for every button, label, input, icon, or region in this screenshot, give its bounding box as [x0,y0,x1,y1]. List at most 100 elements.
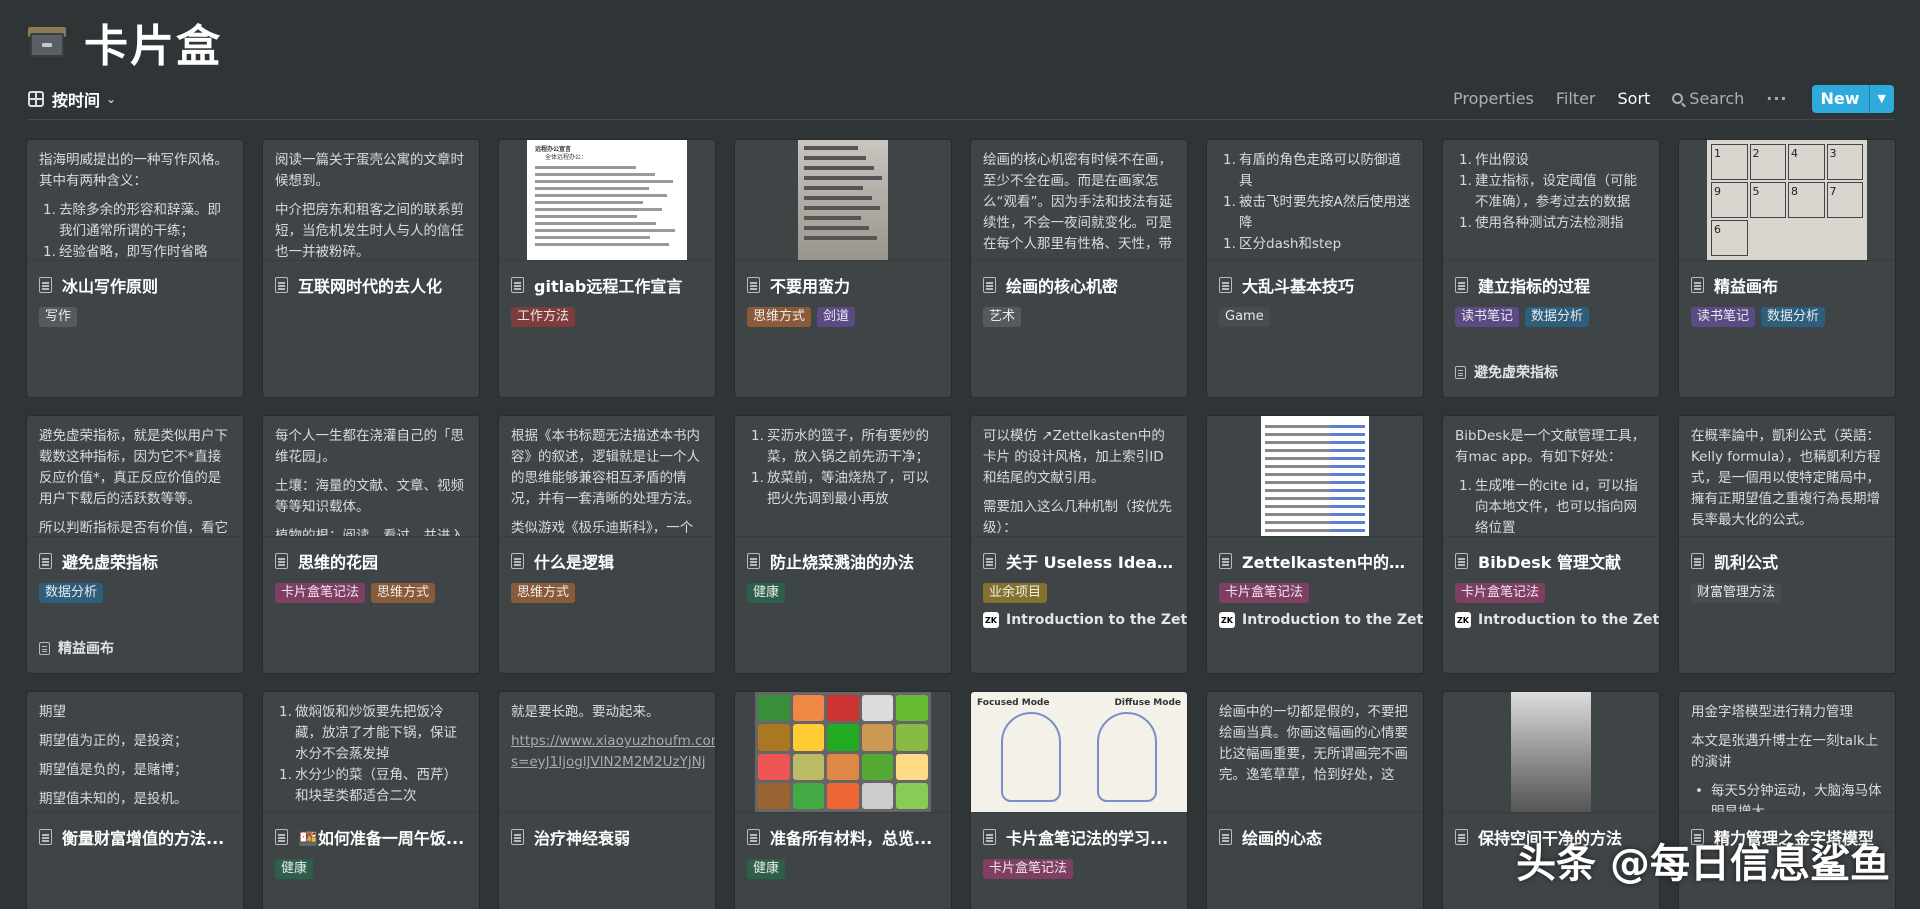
card-title[interactable]: 思维的花园 [275,549,471,573]
more-options-icon[interactable]: ··· [1766,89,1787,108]
gallery-card[interactable]: 不要用蛮力 思维方式 剑道 [735,140,951,397]
list-marker: 1. [1223,194,1236,210]
card-title[interactable]: 不要用蛮力 [747,273,943,297]
filter-button[interactable]: Filter [1556,89,1596,108]
bibtex-line [1265,473,1365,476]
gallery-card[interactable]: 根据《本书标题无法描述本书内容》的叙述，逻辑就是让一个人的思维能够兼容相互矛盾的… [499,416,715,673]
gallery-card[interactable]: Focused Mode Diffuse Mode 卡片盒笔记法的学习... 卡片盒笔… [971,692,1187,909]
preview-list-item: 1. 做焖饭和炒饭要先把饭冷藏，放凉了才能下锅，保证水分不会蒸发掉 [275,702,467,765]
gallery-card[interactable]: 1 2 4 3 9 5 8 7 6 精益画布 读书笔记 数据分析 [1679,140,1895,397]
card-title-text: 绘画的核心机密 [1006,277,1119,296]
card-title[interactable]: 大乱斗基本技巧 [1219,273,1415,297]
card-title[interactable]: 卡片盒笔记法的学习... [983,825,1179,849]
card-title[interactable]: gitlab远程工作宣言 [511,273,707,297]
view-selector[interactable]: 按时间 ⌄ [28,87,116,111]
card-title[interactable]: 建立指标的过程 [1455,273,1651,297]
card-title[interactable]: 绘画的心态 [1219,825,1415,849]
gallery-card[interactable]: 绘画的核心机密有时候不在画，至少不全在画。而是在画家怎么“观看”。因为手法和技法… [971,140,1187,397]
sort-button[interactable]: Sort [1618,89,1651,108]
food-container [758,753,790,780]
photo-text-line [804,236,877,240]
relation-link[interactable]: ZK Introduction to the Zettelkasten [1219,612,1423,628]
gallery-card[interactable]: Zettelkasten中的索... 卡片盒笔记法 ZK Introduction t… [1207,416,1423,673]
bibtex-line [1265,513,1365,516]
tag-badge: 健康 [747,859,786,879]
relation-text: Introduction to the Zettelkasten [1006,612,1187,628]
photo-text-line [804,226,869,230]
page-title[interactable]: 卡片盒 [84,10,222,74]
gallery-card[interactable]: 指海明威提出的一种写作风格。其中有两种含义： 1. 去除多余的形容和辞藻。即我们通常… [27,140,243,397]
tag-badge: 思维方式 [371,583,436,603]
relation-link[interactable]: 避免虚荣指标 [1455,362,1558,382]
card-title[interactable]: 避免虚荣指标 [39,549,235,573]
card-title[interactable]: Zettelkasten中的索... [1219,549,1415,573]
page-icon [275,829,288,845]
gallery-card[interactable]: 阅读一篇关于蛋壳公寓的文章时候想到。 中介把房东和租客之间的联系剪短，当危机发生时… [263,140,479,397]
card-title[interactable]: 绘画的核心机密 [983,273,1179,297]
list-marker: • [1695,783,1703,799]
gallery-card[interactable]: 期望 期望值为正的，是投资； 期望值是负的，是赌博； 期望值未知的，是投机。 衡量财富增… [27,692,243,909]
card-title[interactable]: 精益画布 [1691,273,1887,297]
relation-text: Introduction to the Zettelkasten [1478,612,1659,628]
card-title[interactable]: BibDesk 管理文献 [1455,549,1651,573]
doc-thumb-line [535,201,643,204]
card-cover-preview: 1. 作出假设 1. 建立指标，设定阈值（可能不准确），参考过去的数据 1. 使用各种测试… [1443,140,1659,261]
food-container [792,695,825,722]
search-button[interactable]: Search [1672,89,1744,108]
gallery-card[interactable]: 1. 做焖饭和炒饭要先把饭冷藏，放凉了才能下锅，保证水分不会蒸发掉 1. 水分少的菜（… [263,692,479,909]
preview-paragraph: 期望值是负的，是赌博； [39,762,188,778]
relation-link[interactable]: ZK Introduction to the Zettelkasten [1455,612,1659,628]
card-title[interactable]: 防止烧菜溅油的办法 [747,549,943,573]
card-title[interactable]: 什么是逻辑 [511,549,707,573]
gallery-card[interactable]: 1. 作出假设 1. 建立指标，设定阈值（可能不准确），参考过去的数据 1. 使用各种测试… [1443,140,1659,397]
card-cover-preview: 在概率論中，凱利公式（英語：Kelly formula），也稱凱利方程式，是一個… [1679,416,1895,537]
page-icon [747,553,760,569]
card-cover-preview: 根据《本书标题无法描述本书内容》的叙述，逻辑就是让一个人的思维能够兼容相互矛盾的… [499,416,715,537]
page-icon [1219,553,1232,569]
head-outline-right [1097,712,1157,802]
gallery-card[interactable]: 绘画中的一切都是假的，不要把绘画当真。你画这幅画的心情要比这幅画重要，无所谓画完… [1207,692,1423,909]
card-title-text: 关于 Useless Ideas ... [1006,553,1179,572]
card-title[interactable]: 冰山写作原则 [39,273,235,297]
card-title[interactable]: 衡量财富增值的方法... [39,825,235,849]
relation-link[interactable]: ZK Introduction to the Zettelkasten [983,612,1187,628]
preview-list-item: 1. 水分少的菜（豆角、西芹）和块茎类都适合二次 [275,765,467,807]
card-title[interactable]: 互联网时代的去人化 [275,273,471,297]
preview-paragraph: https://www.xiaoyuzhoufm.com/episodes/5f… [511,733,715,770]
card-title[interactable]: 治疗神经衰弱 [511,825,707,849]
card-title-text: 大乱斗基本技巧 [1242,277,1355,296]
gallery-card[interactable]: 准备所有材料，总览... 健康 [735,692,951,909]
preview-paragraph: BibDesk是一个文献管理工具，有mac app。有如下好处： [1455,428,1646,465]
new-button[interactable]: New ▼ [1811,84,1894,113]
sketch-cell: 8 [1788,182,1825,218]
card-title-text: 凯利公式 [1714,553,1779,572]
gallery-card[interactable]: 每个人一生都在浇灌自己的「思维花园」。 土壤：海量的文献、文章、视频等等知识载体。… [263,416,479,673]
doc-thumb-line [535,243,669,246]
gallery-card[interactable]: 就是要长跑。要动起来。 https://www.xiaoyuzhoufm.com/… [499,692,715,909]
gallery-card[interactable]: 避免虚荣指标，就是类似用户下载数这种指标，因为它不*直接反应价值*，真正反应价值… [27,416,243,673]
food-photo-thumbnail [755,692,931,812]
properties-button[interactable]: Properties [1453,89,1534,108]
card-title-text: 治疗神经衰弱 [534,829,631,848]
database-toolbar: 按时间 ⌄ Properties Filter Sort Search ··· … [28,78,1894,120]
relation-link[interactable]: 精益画布 [39,638,114,658]
card-title[interactable]: 凯利公式 [1691,549,1887,573]
watermark: 头条 @每日信息鲨鱼 [1516,841,1890,887]
gallery-card[interactable]: BibDesk是一个文献管理工具，有mac app。有如下好处： 1. 生成唯一的c… [1443,416,1659,673]
food-container [827,782,859,809]
card-title[interactable]: 关于 Useless Ideas ... [983,549,1179,573]
card-title[interactable]: 🍱如何准备一周午饭... [275,825,471,849]
tag-badge: 健康 [747,583,786,603]
gallery-card[interactable]: 1. 有盾的角色走路可以防御道具 1. 被击飞时要先按A然后使用迷降 1. 区分dash和… [1207,140,1423,397]
gallery-card[interactable]: 在概率論中，凱利公式（英語：Kelly formula），也稱凱利方程式，是一個… [1679,416,1895,673]
new-dropdown-chevron-icon[interactable]: ▼ [1868,84,1894,113]
tag-badge: 工作方法 [511,307,576,327]
tag-badge: 读书笔记 [1455,307,1520,327]
food-container [896,782,928,809]
card-title[interactable]: 准备所有材料，总览... [747,825,943,849]
gallery-card[interactable]: 1. 买沥水的篮子，所有要炒的菜，放入锅之前先沥干净； 1. 放菜前，等油烧热了，可以… [735,416,951,673]
food-container [861,753,894,780]
card-cover-preview: 绘画中的一切都是假的，不要把绘画当真。你画这幅画的心情要比这幅画重要，无所谓画完… [1207,692,1423,813]
gallery-card[interactable]: 远程办公宣言 全体远程办公： gitlab远程工作宣言 工作方法 [499,140,715,397]
gallery-card[interactable]: 可以模仿 ↗Zettelkasten中的卡片 的设计风格，加上索引ID和结尾的文… [971,416,1187,673]
